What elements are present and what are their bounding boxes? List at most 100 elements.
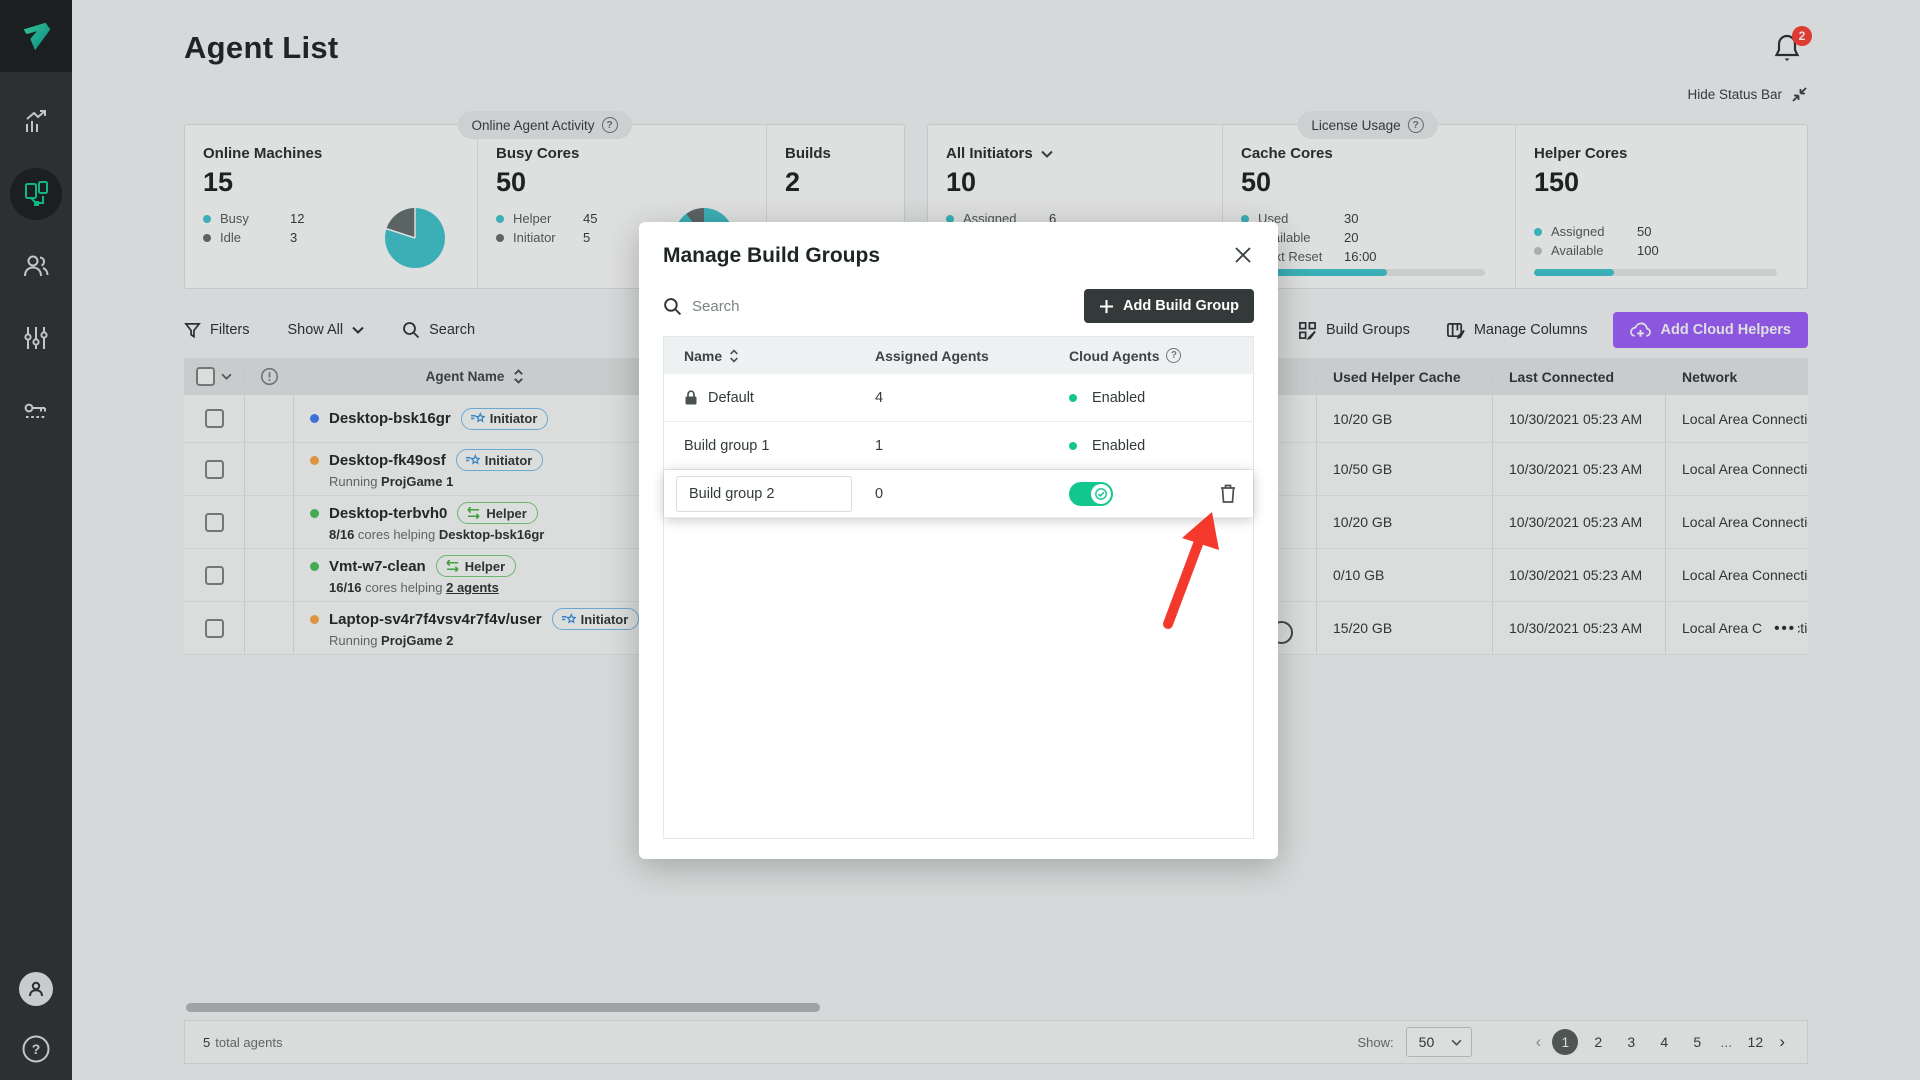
agent-subtitle: 16/16 cores helping 2 agents [310, 580, 640, 595]
legend-dot-available [1534, 247, 1542, 255]
hide-status-bar-button[interactable]: Hide Status Bar [1687, 86, 1808, 103]
horizontal-scrollbar [184, 1003, 1808, 1012]
agent-name-cell: Desktop-bsk16grInitiator [294, 395, 640, 442]
network-header[interactable]: Network [1665, 369, 1808, 385]
legend: Used30 Available20 Next Reset16:00 [1241, 209, 1515, 266]
row-checkbox[interactable] [205, 409, 224, 428]
modal-search-input[interactable] [692, 298, 912, 315]
build-groups-icon [1298, 321, 1317, 340]
table-search-button[interactable]: Search [402, 321, 475, 339]
legend-dot-helper [496, 215, 504, 223]
manage-columns-button[interactable]: Manage Columns [1446, 321, 1588, 340]
network-value: Local Area Connection [1682, 514, 1808, 530]
alert-cell [245, 395, 294, 442]
page-size-select[interactable]: 50 [1406, 1027, 1472, 1057]
metric-label: Online Machines [203, 145, 477, 162]
assigned-agents-cell: 1 [875, 438, 1069, 454]
build-group-row[interactable]: Default4Enabled [664, 374, 1253, 422]
assigned-agents-header: Assigned Agents [875, 348, 989, 364]
filter-funnel-icon [184, 322, 201, 339]
page-1[interactable]: 1 [1552, 1029, 1578, 1055]
initiator-icon [561, 613, 576, 626]
modal-search-row: Add Build Group [663, 289, 1254, 323]
select-all-checkbox[interactable] [196, 367, 215, 386]
modal-search[interactable] [663, 297, 1084, 316]
modal-close-button[interactable] [1234, 246, 1256, 268]
app-logo[interactable] [0, 0, 72, 72]
agent-list-screen: ? Agent List 2 Hide Status Bar Online Ag… [0, 0, 1920, 1080]
help-tooltip-icon[interactable]: ? [602, 117, 618, 133]
initiator-icon [470, 412, 485, 425]
agent-name: Desktop-bsk16gr [329, 410, 451, 427]
metric-value: 50 [1241, 167, 1515, 198]
online-machines-pie [383, 206, 447, 270]
online-agent-activity-pill: Online Agent Activity ? [457, 111, 631, 139]
help-tooltip-icon[interactable]: ? [1408, 117, 1424, 133]
build-group-name-cell: Default [664, 390, 875, 406]
agent-subtitle: 8/16 cores helping Desktop-bsk16gr [310, 527, 640, 542]
prev-page-button[interactable]: ‹ [1532, 1032, 1546, 1052]
page-2[interactable]: 2 [1585, 1029, 1611, 1055]
help-tooltip-icon[interactable]: ? [1166, 348, 1181, 363]
show-all-dropdown[interactable]: Show All [287, 322, 364, 338]
status-dot [310, 414, 319, 423]
sliders-icon [22, 324, 50, 352]
license-usage-pill: License Usage ? [1297, 111, 1437, 139]
help-icon: ? [21, 1034, 51, 1064]
page-5[interactable]: 5 [1684, 1029, 1710, 1055]
select-menu-chevron-icon[interactable] [221, 373, 232, 380]
agent-name-header[interactable]: Agent Name [426, 369, 505, 384]
row-checkbox[interactable] [205, 566, 224, 585]
row-checkbox[interactable] [205, 619, 224, 638]
row-more-button[interactable]: ••• [1762, 617, 1798, 640]
page-title: Agent List [184, 30, 339, 66]
assigned-agents-cell: 0 [875, 486, 1069, 502]
legend-dot-initiator [496, 234, 504, 242]
add-cloud-helpers-button[interactable]: Add Cloud Helpers [1613, 312, 1808, 348]
network-value: Local Area Connection [1682, 411, 1808, 427]
build-group-name-input[interactable] [676, 476, 852, 512]
sidebar-item-analytics[interactable] [10, 96, 62, 148]
build-group-row[interactable]: Build group 11Enabled [664, 422, 1253, 470]
network-cell: Local Area Connection [1665, 496, 1808, 548]
user-avatar[interactable] [19, 972, 53, 1006]
scrollbar-thumb[interactable] [186, 1003, 820, 1012]
add-build-group-button[interactable]: Add Build Group [1084, 289, 1254, 323]
network-cell: Local Area Connection [1665, 443, 1808, 495]
helper-icon [466, 507, 481, 519]
page-3[interactable]: 3 [1618, 1029, 1644, 1055]
alert-cell [245, 549, 294, 601]
next-page-button[interactable]: › [1775, 1032, 1789, 1052]
build-group-row[interactable]: 0 [664, 470, 1253, 518]
row-checkbox[interactable] [205, 513, 224, 532]
page-4[interactable]: 4 [1651, 1029, 1677, 1055]
enabled-dot [1069, 442, 1077, 450]
used-helper-cache-cell: 10/20 GB [1316, 395, 1492, 442]
sidebar-item-settings[interactable] [10, 312, 62, 364]
lock-icon-wrap [684, 390, 698, 406]
build-groups-button[interactable]: Build Groups [1298, 321, 1410, 340]
notifications-button[interactable]: 2 [1772, 32, 1808, 68]
sort-icon[interactable] [729, 349, 739, 363]
page-size-control: Show: 50 [1358, 1027, 1472, 1057]
all-initiators-dropdown[interactable]: All Initiators [946, 145, 1222, 162]
used-helper-cache-header[interactable]: Used Helper Cache [1316, 369, 1492, 385]
cloud-agents-toggle[interactable] [1069, 482, 1113, 506]
delete-build-group-button[interactable] [1219, 483, 1237, 504]
sidebar-item-license[interactable] [10, 384, 62, 436]
sidebar-item-users[interactable] [10, 240, 62, 292]
cloud-plus-icon [1630, 322, 1651, 339]
sort-icon[interactable] [513, 369, 524, 384]
filters-button[interactable]: Filters [184, 322, 249, 339]
network-value: Local Area Connection [1682, 461, 1808, 477]
used-helper-cache-cell: 10/20 GB [1316, 496, 1492, 548]
sidebar-item-agents[interactable] [10, 168, 62, 220]
cloud-agents-status: Enabled [1092, 390, 1145, 406]
row-checkbox[interactable] [205, 460, 224, 479]
legend-dot-assigned [1534, 228, 1542, 236]
help-button[interactable]: ? [21, 1034, 51, 1064]
show-label: Show: [1358, 1035, 1394, 1050]
name-header[interactable]: Name [684, 348, 722, 364]
last-connected-header[interactable]: Last Connected [1492, 369, 1665, 385]
page-12[interactable]: 12 [1742, 1029, 1768, 1055]
